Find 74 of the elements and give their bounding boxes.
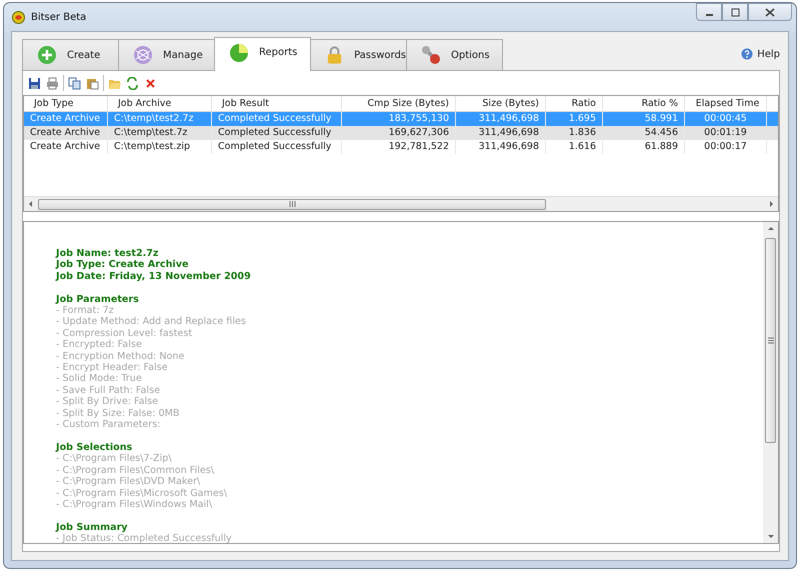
section-title: Job Summary <box>56 522 129 534</box>
save-icon[interactable] <box>27 76 42 90</box>
table-cell: 00:01:19 <box>685 126 767 140</box>
report-line: - Encrypted: False <box>56 339 143 351</box>
report-line: - Compression Level: fastest <box>56 328 194 340</box>
report-line: - Split By Drive: False <box>56 396 160 408</box>
report-line: - C:\Program Files\7-Zip\ <box>56 453 173 465</box>
column-header[interactable]: Cmp Size (Bytes) <box>342 96 456 111</box>
pie-chart-icon <box>229 42 249 62</box>
section-title: Job Selections <box>56 442 134 454</box>
column-header[interactable]: Ratio <box>546 96 603 111</box>
table-cell: 192,781,522 <box>342 140 456 154</box>
close-button[interactable] <box>748 3 792 21</box>
table-cell: C:\temp\test.7z <box>108 126 212 140</box>
plus-circle-icon <box>37 45 57 65</box>
table-cell: 54.456 <box>603 126 685 140</box>
column-header[interactable]: Ratio % <box>603 96 685 111</box>
report-line: - Custom Parameters: <box>56 419 162 430</box>
table-cell: Completed Successfully <box>212 140 342 154</box>
refresh-icon[interactable] <box>125 76 140 90</box>
table-cell: 1.836 <box>546 126 603 140</box>
report-line: - C:\Program Files\Windows Mail\ <box>56 498 214 510</box>
section-title: Job Parameters <box>56 294 140 306</box>
close-icon <box>765 8 775 16</box>
grip-icon <box>768 337 774 344</box>
table-row[interactable]: Create Archive C:\temp\test.7z Completed Successfully 169,627,306 311,496,698 1.836 54.456 00:01:19 <box>24 126 778 140</box>
table-cell: 311,496,698 <box>456 126 546 140</box>
copy-icon[interactable] <box>67 76 82 90</box>
report-line: - C:\Program Files\DVD Maker\ <box>56 476 202 488</box>
grip-icon <box>288 201 296 207</box>
minimize-button[interactable] <box>696 3 722 21</box>
window-title: Bitser Beta <box>31 12 88 22</box>
table-cell: Completed Successfully <box>212 126 342 140</box>
table-row[interactable]: Create Archive C:\temp\test.zip Completed Successfully 192,781,522 311,496,698 1.616 61.889 00:00:17 <box>24 140 778 154</box>
column-header[interactable]: Job Type <box>24 96 108 111</box>
horizontal-scrollbar[interactable] <box>24 196 778 211</box>
tab[interactable]: Reports <box>214 37 311 71</box>
help-link[interactable]: Help <box>741 48 780 60</box>
report-line: - C:\Program Files\Microsoft Games\ <box>56 488 228 499</box>
tab[interactable]: Create <box>22 39 119 70</box>
table-cell: 311,496,698 <box>456 140 546 154</box>
maximize-button[interactable] <box>722 3 748 21</box>
table-cell: 169,627,306 <box>342 126 456 140</box>
report-line: - Split By Size: False: 0MB <box>56 408 180 420</box>
column-header[interactable]: Job Result <box>212 96 342 111</box>
tab[interactable]: Options <box>406 39 503 70</box>
report-heading: Job Name: test2.7z <box>56 248 160 260</box>
help-icon <box>741 48 754 60</box>
table-cell: 61.889 <box>603 140 685 154</box>
report-heading: Job Type: Create Archive <box>56 259 190 271</box>
maximize-icon <box>730 8 740 16</box>
app-logo-icon <box>12 10 25 24</box>
table-cell: 00:00:17 <box>685 140 767 154</box>
column-header[interactable]: Elapsed Time <box>685 96 767 111</box>
report-line: - Job Status: Completed Successfully <box>56 533 233 543</box>
table-cell: Create Archive <box>24 140 108 154</box>
print-icon[interactable] <box>45 76 60 90</box>
vertical-scrollbar[interactable] <box>763 222 778 543</box>
column-header[interactable]: Size (Bytes) <box>456 96 546 111</box>
column-header[interactable]: Job Archive <box>108 96 212 111</box>
tab[interactable]: Passwords <box>310 39 407 70</box>
tab[interactable]: Manage <box>118 39 215 70</box>
minimize-icon <box>706 14 712 16</box>
table-cell: Create Archive <box>24 126 108 140</box>
report-line: - Save Full Path: False <box>56 384 162 396</box>
report-line: - C:\Program Files\Common Files\ <box>56 464 216 476</box>
table-cell: 1.616 <box>546 140 603 154</box>
report-heading: Job Date: Friday, 13 November 2009 <box>56 270 252 282</box>
report-line: - Format: 7z <box>56 305 115 316</box>
report-line: - Encrypt Header: False <box>56 362 169 374</box>
table-cell: C:\temp\test.zip <box>108 140 212 154</box>
report-line: - Encryption Method: None <box>56 350 186 362</box>
report-line: - Update Method: Add and Replace files <box>56 316 247 328</box>
report-line: - Solid Mode: True <box>56 373 143 385</box>
